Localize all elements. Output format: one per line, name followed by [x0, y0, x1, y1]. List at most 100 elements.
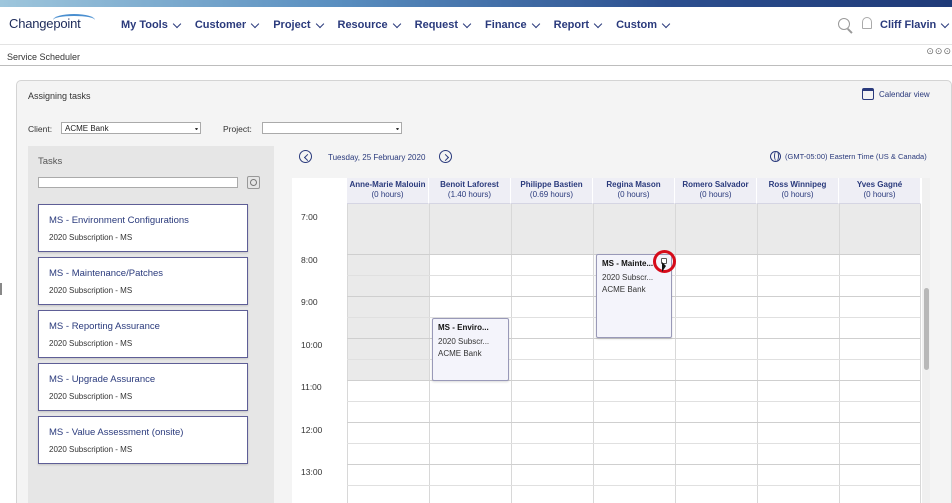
next-day-button[interactable]: [439, 150, 452, 163]
nav-finance[interactable]: Finance: [485, 19, 540, 31]
resource-name: Benoit Laforest: [440, 180, 499, 189]
resource-column-header[interactable]: Benoit Laforest (1.40 hours): [429, 178, 511, 204]
left-edge-handle[interactable]: [0, 283, 2, 295]
changepoint-logo[interactable]: Changepoint: [9, 14, 95, 31]
project-select[interactable]: [262, 122, 402, 134]
nav-request[interactable]: Request: [414, 19, 472, 31]
page-window-controls[interactable]: ⊙⊙⊙: [926, 46, 952, 57]
task-card[interactable]: MS - Maintenance/Patches 2020 Subscripti…: [38, 257, 248, 305]
chevron-down-icon: [940, 19, 950, 28]
grid-line: [757, 204, 758, 503]
search-icon[interactable]: [838, 18, 850, 30]
task-project: 2020 Subscription - MS: [49, 339, 133, 348]
panel-title: Assigning tasks: [28, 91, 91, 101]
dropdown-arrow-icon: [396, 128, 399, 130]
service-scheduler-app: Changepoint My Tools Customer Project Re…: [0, 0, 952, 503]
resource-name: Yves Gagné: [856, 180, 903, 189]
resource-column-header[interactable]: Ross Winnipeg (0 hours): [757, 178, 839, 204]
tasks-panel: Tasks MS - Environment Configurations 20…: [28, 146, 274, 503]
resource-hours: (0.69 hours): [529, 190, 574, 199]
resource-hours: (0 hours): [863, 190, 896, 199]
appointment-client: ACME Bank: [438, 349, 482, 358]
grid-line: [675, 204, 676, 503]
appointment-project: 2020 Subscr...: [602, 273, 654, 282]
resource-hours: (1.40 hours): [447, 190, 492, 199]
nav-project[interactable]: Project: [273, 19, 324, 31]
nav-label: Finance: [485, 19, 527, 31]
chevron-down-icon: [531, 19, 540, 28]
resource-column-header[interactable]: Romero Salvador (0 hours): [675, 178, 757, 204]
timezone-selector[interactable]: (GMT-05:00) Eastern Time (US & Canada): [770, 151, 927, 162]
appointment-card[interactable]: MS - Enviro... 2020 Subscr... ACME Bank: [432, 318, 509, 381]
nav-my-tools[interactable]: My Tools: [121, 19, 182, 31]
task-card[interactable]: MS - Environment Configurations 2020 Sub…: [38, 204, 248, 252]
resource-column-header[interactable]: Philippe Bastien (0.69 hours): [511, 178, 593, 204]
tasks-title: Tasks: [38, 156, 63, 167]
grid-line: [429, 204, 430, 503]
nav-label: Customer: [194, 19, 247, 31]
nav-customer[interactable]: Customer: [194, 19, 260, 31]
nav-label: Request: [414, 19, 459, 31]
task-project: 2020 Subscription - MS: [49, 286, 133, 295]
appointment-client: ACME Bank: [602, 285, 646, 294]
resource-hours: (0 hours): [617, 190, 650, 199]
resource-column-header[interactable]: Anne-Marie Malouin (0 hours): [347, 178, 429, 204]
resource-column-header[interactable]: Regina Mason (0 hours): [593, 178, 675, 204]
task-name: MS - Value Assessment (onsite): [49, 427, 184, 438]
grid-line: [347, 422, 920, 423]
grid-line: [347, 464, 920, 465]
task-project: 2020 Subscription - MS: [49, 445, 133, 454]
page-title-bar: Service Scheduler ⊙⊙⊙: [0, 46, 952, 66]
resource-column-header[interactable]: Yves Gagné (0 hours): [839, 178, 921, 204]
nav-label: Resource: [337, 19, 388, 31]
previous-day-button[interactable]: [299, 150, 312, 163]
logo-swoosh-icon: [53, 14, 95, 26]
resource-hours: (0 hours): [781, 190, 814, 199]
project-label: Project:: [223, 124, 252, 134]
task-card[interactable]: MS - Upgrade Assurance 2020 Subscription…: [38, 363, 248, 411]
notification-bell-icon[interactable]: [862, 17, 872, 29]
chevron-down-icon: [392, 19, 401, 28]
page-title: Service Scheduler: [7, 52, 81, 62]
task-card[interactable]: MS - Value Assessment (onsite) 2020 Subs…: [38, 416, 248, 464]
chevron-down-icon: [172, 19, 182, 28]
chevron-down-icon: [315, 19, 324, 28]
mouse-cursor-icon: [662, 262, 666, 272]
user-name: Cliff Flavin: [880, 19, 937, 31]
schedule-date: Tuesday, 25 February 2020: [328, 153, 426, 162]
chevron-down-icon: [593, 19, 603, 28]
task-card[interactable]: MS - Reporting Assurance 2020 Subscripti…: [38, 310, 248, 358]
nav-label: Custom: [616, 19, 658, 31]
resource-name: Anne-Marie Malouin: [349, 180, 426, 189]
nav-custom[interactable]: Custom: [616, 19, 671, 31]
task-name: MS - Reporting Assurance: [49, 321, 160, 332]
nav-resource[interactable]: Resource: [337, 19, 401, 31]
task-name: MS - Maintenance/Patches: [49, 268, 164, 279]
chevron-down-icon: [661, 19, 671, 28]
time-label: 13:00: [301, 467, 323, 477]
user-menu[interactable]: Cliff Flavin: [880, 19, 950, 31]
nav-label: Report: [553, 19, 590, 31]
appointment-title: MS - Enviro...: [438, 323, 489, 332]
task-search-input[interactable]: [38, 177, 238, 188]
dropdown-arrow-icon: [195, 128, 198, 130]
search-icon[interactable]: [247, 176, 260, 189]
client-value: ACME Bank: [65, 124, 109, 133]
resource-name: Philippe Bastien: [520, 180, 583, 189]
client-label: Client:: [28, 124, 53, 134]
nav-report[interactable]: Report: [553, 19, 603, 31]
appointment-project: 2020 Subscr...: [438, 337, 490, 346]
chevron-down-icon: [462, 19, 472, 28]
nav-label: My Tools: [121, 19, 168, 31]
main-menu: My Tools Customer Project Resource Reque…: [121, 19, 684, 31]
grid-line: [593, 204, 594, 503]
scrollbar-thumb[interactable]: [924, 288, 929, 370]
time-label: 12:00: [301, 425, 323, 435]
grid-line: [511, 204, 512, 503]
top-accent-bar: [0, 0, 952, 7]
scheduler-grid: Anne-Marie Malouin (0 hours) Benoit Lafor…: [292, 178, 922, 503]
task-name: MS - Environment Configurations: [49, 215, 189, 226]
task-project: 2020 Subscription - MS: [49, 233, 133, 242]
client-select[interactable]: ACME Bank: [61, 122, 201, 134]
calendar-view-button[interactable]: Calendar view: [862, 88, 930, 100]
